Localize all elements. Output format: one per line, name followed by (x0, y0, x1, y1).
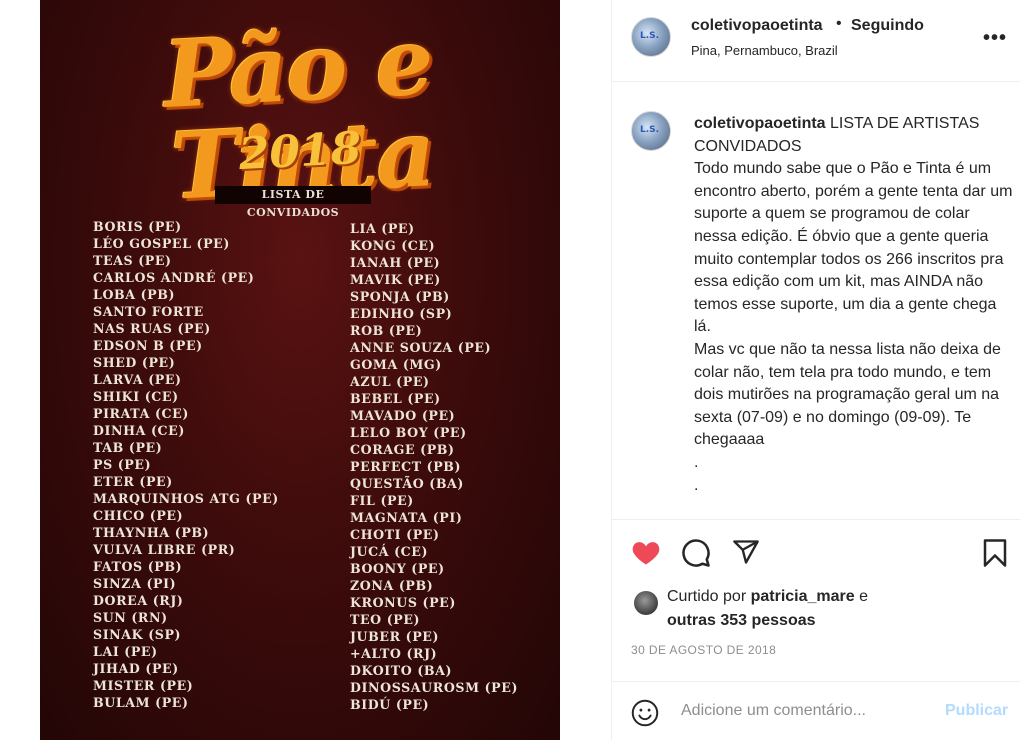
artist-entry: CARLOS ANDRÉ (PE) (93, 270, 255, 285)
artist-entry: MAVIK (PE) (350, 272, 441, 287)
caption-username[interactable]: coletivopaoetinta (694, 115, 826, 132)
caption-text: LISTA DE ARTISTAS CONVIDADOS Todo mundo … (694, 115, 1013, 494)
post-location[interactable]: Pina, Pernambuco, Brazil (691, 43, 838, 58)
artist-entry: SUN (RN) (93, 610, 168, 625)
artist-entry: AZUL (PE) (350, 374, 430, 389)
artist-entry: JUBER (PE) (350, 629, 440, 644)
artist-entry: SANTO FORTE (93, 304, 204, 319)
liked-connector: e (854, 588, 868, 605)
artist-entry: BORIS (PE) (93, 219, 182, 234)
artist-entry: IANAH (PE) (350, 255, 441, 270)
artist-entry: LAI (PE) (93, 644, 158, 659)
post-header: coletivopaoetinta • Seguindo Pina, Perna… (611, 0, 1020, 82)
artist-entry: MAGNATA (PI) (350, 510, 463, 525)
artist-entry: MAVADO (PE) (350, 408, 456, 423)
artist-entry: THAYNHA (PB) (93, 525, 210, 540)
artist-entry: DKOITO (BA) (350, 663, 453, 678)
artist-entry: JUCÁ (CE) (350, 544, 429, 559)
comment-bubble-icon[interactable] (681, 538, 711, 568)
artist-entry: PERFECT (PB) (350, 459, 462, 474)
author-username[interactable]: coletivopaoetinta (691, 17, 823, 35)
artist-entry: LARVA (PE) (93, 372, 182, 387)
post-actions (611, 519, 1020, 583)
artist-entry: ROB (PE) (350, 323, 423, 338)
artist-entry: SINAK (SP) (93, 627, 182, 642)
artist-entry: ZONA (PB) (350, 578, 434, 593)
poster-subtitle: LISTA DE CONVIDADOS (215, 186, 371, 219)
artist-entry: LOBA (PB) (93, 287, 176, 302)
artist-entry: TAB (PE) (93, 440, 163, 455)
liked-prefix: Curtido por (667, 588, 751, 605)
artist-entry: CHOTI (PE) (350, 527, 440, 542)
artist-entry: BOONY (PE) (350, 561, 445, 576)
artist-entry: CORAGE (PB) (350, 442, 455, 457)
artist-entry: VULVA LIBRE (PR) (93, 542, 236, 557)
artist-entry: GOMA (MG) (350, 357, 442, 372)
artist-entry: LIA (PE) (350, 221, 415, 236)
post-image[interactable]: Pão e Tinta 2018 LISTA DE CONVIDADOS BOR… (40, 0, 560, 740)
artist-entry: PIRATA (CE) (93, 406, 189, 421)
artist-entry: TEAS (PE) (93, 253, 172, 268)
artist-list-column-1: BORIS (PE) LÉO GOSPEL (PE) TEAS (PE) CARLOS… (93, 218, 279, 711)
artist-entry: DINHA (CE) (93, 423, 185, 438)
artist-entry: SPONJA (PB) (350, 289, 450, 304)
comment-bar: Publicar (611, 681, 1020, 740)
liked-by-line: Curtido por patricia_mare e (667, 588, 868, 606)
artist-entry: ANNE SOUZA (PE) (350, 340, 492, 355)
artist-entry: SINZA (PI) (93, 576, 177, 591)
artist-entry: DINOSSAUROSM (PE) (350, 680, 519, 695)
artist-entry: CHICO (PE) (93, 508, 184, 523)
following-button[interactable]: Seguindo (851, 17, 924, 35)
artist-entry: SHIKI (CE) (93, 389, 179, 404)
artist-entry: MARQUINHOS ATG (PE) (93, 491, 279, 506)
artist-entry: BEBEL (PE) (350, 391, 441, 406)
post-date[interactable]: 30 DE AGOSTO DE 2018 (631, 643, 776, 657)
artist-entry: PS (PE) (93, 457, 152, 472)
liker-username[interactable]: patricia_mare (751, 588, 855, 605)
comment-input[interactable] (681, 702, 931, 720)
artist-entry: KONG (CE) (350, 238, 436, 253)
bookmark-icon[interactable] (982, 538, 1008, 568)
more-options-icon[interactable]: ••• (983, 28, 1007, 48)
artist-entry: KRONUS (PE) (350, 595, 456, 610)
artist-entry: FIL (PE) (350, 493, 414, 508)
artist-entry: BIDÚ (PE) (350, 697, 430, 712)
heart-filled-icon[interactable] (631, 538, 661, 566)
artist-entry: MISTER (PE) (93, 678, 194, 693)
caption-author-avatar[interactable] (631, 111, 671, 151)
caption-area: coletivopaoetinta LISTA DE ARTISTAS CONV… (611, 83, 1020, 519)
artist-list-column-2: LIA (PE) KONG (CE) IANAH (PE) MAVIK (PE) SPO… (350, 220, 518, 713)
artist-entry: EDINHO (SP) (350, 306, 453, 321)
post-side-panel: coletivopaoetinta • Seguindo Pina, Perna… (611, 0, 1020, 740)
smiley-icon[interactable] (631, 699, 659, 727)
artist-entry: ETER (PE) (93, 474, 173, 489)
likes-count-link[interactable]: outras 353 pessoas (667, 612, 816, 630)
post-caption: coletivopaoetinta LISTA DE ARTISTAS CONV… (694, 113, 1014, 497)
artist-entry: QUESTÃO (BA) (350, 476, 464, 491)
artist-entry: BULAM (PE) (93, 695, 189, 710)
author-avatar[interactable] (631, 17, 671, 57)
artist-entry: DOREA (RJ) (93, 593, 184, 608)
header-separator: • (836, 15, 842, 32)
artist-entry: +ALTO (RJ) (350, 646, 438, 661)
artist-entry: FATOS (PB) (93, 559, 183, 574)
artist-entry: NAS RUAS (PE) (93, 321, 211, 336)
artist-entry: LELO BOY (PE) (350, 425, 467, 440)
artist-entry: JIHAD (PE) (93, 661, 179, 676)
artist-entry: SHED (PE) (93, 355, 176, 370)
liker-avatar[interactable] (634, 591, 658, 615)
artist-entry: LÉO GOSPEL (PE) (93, 236, 230, 251)
artist-entry: TEO (PE) (350, 612, 421, 627)
artist-entry: EDSON B (PE) (93, 338, 203, 353)
paper-plane-icon[interactable] (731, 538, 761, 566)
publish-button[interactable]: Publicar (945, 702, 1008, 720)
